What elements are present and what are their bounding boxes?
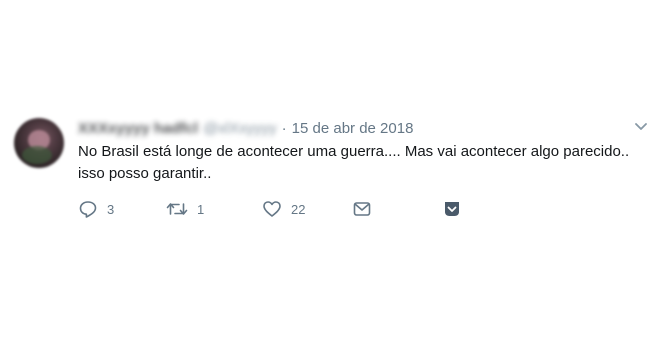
tweet-date[interactable]: 15 de abr de 2018: [292, 120, 414, 137]
like-button[interactable]: 22: [262, 198, 305, 220]
tweet-actions: 3 1 22: [78, 198, 478, 220]
heart-icon: [263, 201, 281, 217]
avatar[interactable]: [14, 118, 64, 168]
like-count: 22: [291, 201, 306, 217]
envelope-icon: [353, 202, 371, 216]
author-name[interactable]: XXXxyyyy hadfcl: [78, 120, 198, 137]
tweet-header: XXXxyyyy hadfcl @xlXxyyyy · 15 de abr de…: [78, 118, 413, 138]
analytics-button[interactable]: [442, 198, 462, 220]
direct-message-button[interactable]: [352, 198, 372, 220]
analytics-icon: [445, 202, 459, 216]
retweet-count: 1: [197, 201, 205, 217]
reply-button[interactable]: 3: [78, 198, 114, 220]
retweet-button[interactable]: 1: [166, 198, 204, 220]
reply-icon: [79, 201, 97, 218]
avatar-detail: [22, 146, 52, 164]
reply-count: 3: [107, 201, 115, 217]
tweet-text: No Brasil está longe de acontecer uma gu…: [78, 143, 630, 182]
chevron-down-icon[interactable]: [634, 122, 648, 132]
author-handle[interactable]: @xlXxyyyy: [203, 120, 277, 137]
tweet[interactable]: XXXxyyyy hadfcl @xlXxyyyy · 15 de abr de…: [0, 108, 660, 228]
retweet-icon: [166, 203, 188, 215]
separator-dot: ·: [281, 119, 287, 137]
